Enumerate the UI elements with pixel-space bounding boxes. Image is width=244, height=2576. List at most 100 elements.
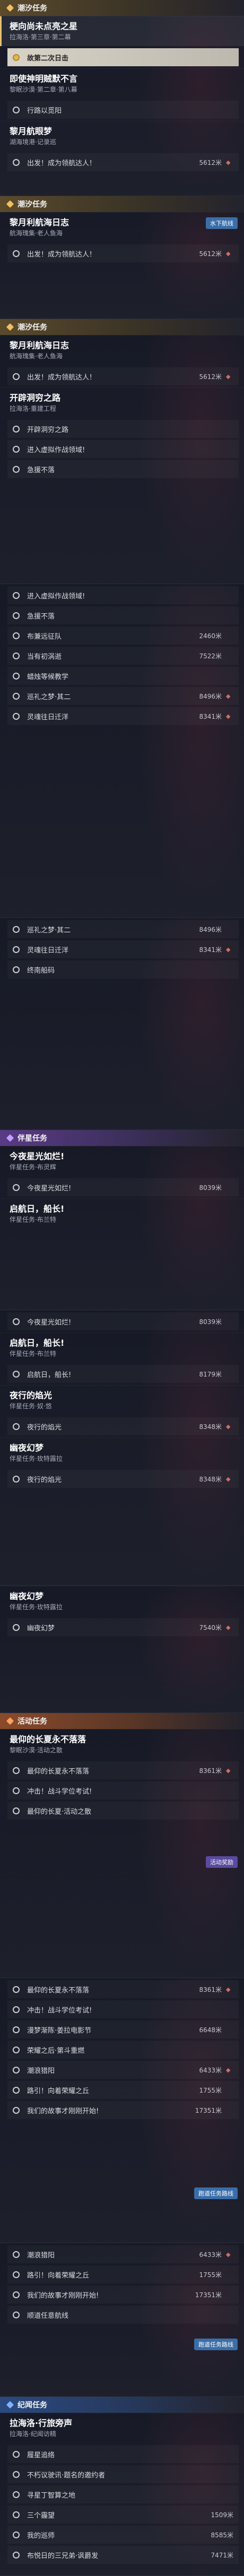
mission-entry[interactable]: 幽夜幻梦 伴星任务·玫特露拉 — [0, 1437, 244, 1468]
objective-label: 冲击！战斗学位考试! — [27, 2006, 92, 2015]
objective-label: 我的巡师 — [27, 2531, 55, 2540]
route-badge[interactable]: 水下航线 — [206, 217, 238, 229]
objective-circle-icon — [13, 712, 20, 720]
objective-row[interactable]: 出发！成为领航达人！ 5612米 ◆ — [7, 244, 239, 262]
mission-entry[interactable]: 梗向尚未点亮之星 拉海洛·第三章·第二幕 — [0, 16, 244, 46]
objective-row[interactable]: 出发！成为领航达人！ 5612米 ◆ — [7, 367, 239, 385]
objective-row[interactable]: 我的巡师 8585米 — [7, 2526, 239, 2544]
objective-distance: 8039米 — [199, 1184, 222, 1192]
mission-entry[interactable]: 拉海洛·行旅旁声 拉海洛·纪闻访精 — [0, 2413, 244, 2443]
mission-entry[interactable]: 黎月利航海日志 航海瑰集·老人鱼海 — [0, 335, 244, 365]
objective-row[interactable]: 终南船码 — [7, 960, 239, 978]
objective-distance: 1755米 — [199, 2086, 222, 2094]
objective-row[interactable]: 灵魂往日迁洋 8341米 ◆ — [7, 940, 239, 958]
objective-row[interactable]: 路引！向着荣耀之丘 1755米 — [7, 2265, 239, 2283]
objective-row[interactable]: 急援不落 — [7, 460, 239, 478]
objective-label: 顺道任意航线 — [27, 2312, 69, 2320]
objective-row[interactable]: 今夜星光如烂! 8039米 — [7, 1178, 239, 1196]
category-header[interactable]: 活动任务 — [0, 1713, 244, 1729]
mission-entry[interactable]: 最仰的长夏永不落落 黎眠沙漠·活动之散 — [0, 1729, 244, 1759]
objective-row[interactable]: 开辟洞穷之路 — [7, 420, 239, 438]
category-header[interactable]: 潮汐任务 — [0, 0, 244, 16]
objective-row[interactable]: 夜行的焰光 8348米 ◆ — [7, 1417, 239, 1435]
objective-row[interactable]: 巡礼之梦·其二 8496米 ◆ — [7, 687, 239, 705]
objective-row[interactable]: 蜡烛等候教学 — [7, 667, 239, 685]
mission-entry[interactable]: 黎月航眼梦 湖海境港·记录巡 — [0, 121, 244, 151]
mission-entry[interactable]: 启航日，船长! 伴星任务·布兰特 — [0, 1333, 244, 1363]
quest-panel: 潮汐任务 梗向尚未点亮之星 拉海洛·第三章·第二幕 故第二次日击 即使神明贼默不言 黎眠沙… — [0, 0, 244, 196]
objective-label: 出发！成为领航达人！ — [27, 373, 97, 382]
quest-panel: 伴星任务 今夜星光如烂! 伴星任务·布灵辉今夜星光如烂! 8039米启航日，船长! 伴星… — [0, 1130, 244, 1310]
mission-entry[interactable]: 幽夜幻梦 伴星任务·玫特露拉 — [0, 1586, 244, 1616]
objective-row[interactable]: 冲击！战斗学位考试! — [7, 2000, 239, 2018]
category-icon — [6, 2401, 14, 2409]
objective-row[interactable]: 顺道任意航线 — [7, 2306, 239, 2324]
category-header[interactable]: 潮汐任务 — [0, 319, 244, 335]
category-icon — [6, 4, 14, 12]
objective-row[interactable]: 最仰的长夏·活动之散 — [7, 1802, 239, 1820]
mission-entry[interactable]: 即使神明贼默不言 黎眠沙漠·第二章·第八幕 — [0, 68, 244, 99]
objective-row[interactable]: 漫梦渐陈·姜拉电影节 6648米 — [7, 2021, 239, 2039]
objective-row[interactable]: 灵魂往日迁洋 8341米 ◆ — [7, 707, 239, 725]
mission-title: 即使神明贼默不言 — [10, 74, 78, 84]
objective-label: 夜行的焰光 — [27, 1423, 62, 1432]
mission-title: 夜行的焰光 — [10, 1390, 53, 1400]
objective-row[interactable]: 潮浪猎阳 6433米 ◆ — [7, 2245, 239, 2263]
objective-row[interactable]: 不朽议驶讯·题名的邀约者 — [7, 2465, 239, 2483]
mission-entry[interactable]: 开辟洞穷之路 拉海洛·重建工程 — [0, 387, 244, 418]
objective-row[interactable]: 布悦日的三兄弟·讽爵发 7471米 — [7, 2546, 239, 2564]
category-icon — [6, 1134, 14, 1142]
objective-row[interactable]: 布兼远征队 2460米 — [7, 627, 239, 645]
category-header[interactable]: 潮汐任务 — [0, 196, 244, 212]
category-icon — [6, 323, 14, 331]
mission-entry[interactable]: 今夜星光如烂! 伴星任务·布灵辉 — [0, 1146, 244, 1176]
objective-row[interactable]: 夜行的焰光 8348米 ◆ — [7, 1470, 239, 1488]
mission-title: 梗向尚未点亮之星 — [10, 21, 78, 31]
objective-row[interactable]: 三个霾望 1509米 — [7, 2506, 239, 2524]
objective-distance: 8341米 — [199, 946, 222, 954]
objective-row[interactable]: 巡礼之梦·其二 8496米 — [7, 920, 239, 938]
category-icon — [6, 200, 14, 208]
category-label: 潮汐任务 — [18, 200, 47, 209]
objective-row[interactable]: 启航日，船长! 8179米 — [7, 1365, 239, 1383]
objective-row[interactable]: 当有初涡逝 7522米 — [7, 647, 239, 665]
route-badge[interactable]: 活动奖励 — [206, 1856, 238, 1868]
objective-row[interactable]: 进入虚拟作战领域! — [7, 586, 239, 604]
objective-circle-icon — [13, 2066, 20, 2074]
objective-row[interactable]: 进入虚拟作战领域! — [7, 440, 239, 458]
objective-row[interactable]: 履星追络 — [7, 2445, 239, 2463]
objective-label: 漫梦渐陈·姜拉电影节 — [27, 2026, 92, 2035]
objective-row[interactable]: 荣耀之后·第斗重燃 — [7, 2041, 239, 2059]
objective-row[interactable]: 最仰的长夏永不落落 8361米 ◆ — [7, 1980, 239, 1998]
objective-distance: 7540米 — [199, 1624, 222, 1631]
mission-subtitle: 湖海境港·记录巡 — [10, 138, 56, 146]
route-badge[interactable]: 跑道任务路线 — [194, 2187, 238, 2199]
mission-subtitle: 伴星任务·玫特露拉 — [10, 1603, 63, 1611]
category-header[interactable]: 伴星任务 — [0, 1130, 244, 1146]
objective-circle-icon — [13, 2006, 20, 2013]
objective-row[interactable]: 出发！成为领航达人！ 5612米 ◆ — [7, 153, 239, 171]
objective-row[interactable]: 最仰的长夏永不落落 8361米 ◆ — [7, 1761, 239, 1779]
objective-row[interactable]: 潮浪猎阳 6433米 ◆ — [7, 2061, 239, 2079]
objective-row[interactable]: 今夜星光如烂! 8039米 — [7, 1312, 239, 1330]
mission-entry[interactable]: 夜行的焰光 伴星任务·奴·悠 — [0, 1385, 244, 1415]
category-header[interactable]: 纪闻任务 — [0, 2397, 244, 2413]
objective-circle-icon — [13, 158, 20, 166]
objective-row[interactable]: 寻星丁智算之地 — [7, 2485, 239, 2503]
mission-subtitle: 拉海洛·第三章·第二幕 — [10, 33, 71, 41]
objective-row[interactable]: 冲击！战斗学位考试! — [7, 1781, 239, 1799]
objective-row[interactable]: 我们的故事才刚刚开始! 17351米 — [7, 2101, 239, 2119]
objective-row[interactable]: 故第二次日击 — [7, 48, 239, 66]
objective-row[interactable]: 行路以觅阳 — [7, 101, 239, 119]
objective-row[interactable]: 急援不落 — [7, 606, 239, 624]
objective-label: 最仰的长夏永不落落 — [27, 1767, 90, 1776]
objective-distance: 8361米 — [199, 1986, 222, 1993]
route-badge[interactable]: 跑道任务路线 — [194, 2339, 238, 2350]
objective-label: 蜡烛等候教学 — [27, 673, 69, 681]
mission-entry[interactable]: 启航日，船长! 伴星任务·布兰特 — [0, 1198, 244, 1229]
track-marker-icon: ◆ — [226, 692, 231, 700]
objective-row[interactable]: 我们的故事才刚刚开始! 17351米 — [7, 2286, 239, 2304]
objective-label: 今夜星光如烂! — [27, 1184, 72, 1193]
objective-row[interactable]: 幽夜幻梦 7540米 ◆ — [7, 1618, 239, 1636]
objective-row[interactable]: 路引！向着荣耀之丘 1755米 — [7, 2081, 239, 2099]
